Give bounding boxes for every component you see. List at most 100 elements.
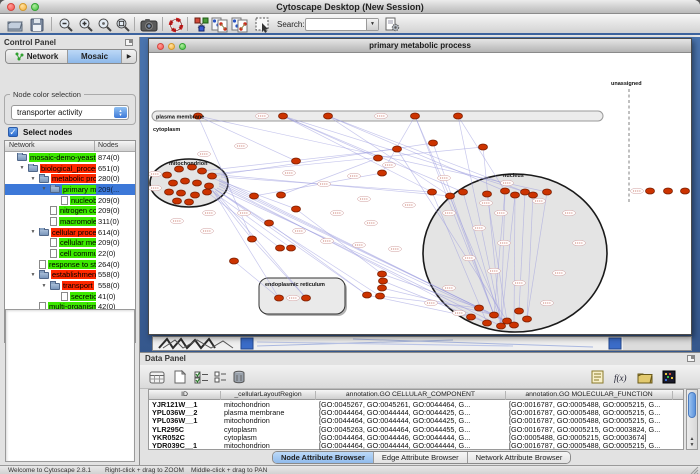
network-edge[interactable] <box>283 116 378 158</box>
network-node[interactable] <box>230 258 239 264</box>
network-node[interactable] <box>529 192 538 198</box>
network-node[interactable] <box>169 180 178 186</box>
table-scrollbar[interactable]: ▲▼ <box>686 389 698 450</box>
matrix-icon[interactable] <box>660 368 678 386</box>
snapshot-icon[interactable] <box>139 16 159 33</box>
tree-row[interactable]: secretion41(0) <box>5 291 135 302</box>
save-session-icon[interactable] <box>28 16 46 33</box>
select-mode-icon[interactable] <box>254 16 272 33</box>
network-node[interactable] <box>411 113 420 119</box>
column-header[interactable]: ID <box>149 391 221 400</box>
network-node[interactable] <box>324 113 333 119</box>
network-node[interactable] <box>467 314 476 320</box>
scrollbar-thumb[interactable] <box>688 392 696 418</box>
tree-row[interactable]: cell communicat22(0) <box>5 248 135 259</box>
network-node[interactable] <box>379 278 388 284</box>
network-node[interactable] <box>279 113 288 119</box>
network-graph[interactable]: plasma membranecytoplasmmitochondrionnuc… <box>149 53 691 334</box>
tab-network[interactable]: Network <box>6 50 68 63</box>
network-node[interactable] <box>510 322 519 328</box>
network-node[interactable] <box>265 220 274 226</box>
tab-edge-attribute-browser[interactable]: Edge Attribute Browser <box>374 452 468 463</box>
network-node[interactable] <box>497 323 506 329</box>
search-input[interactable] <box>308 19 364 30</box>
network-node[interactable] <box>193 180 202 186</box>
network-node[interactable] <box>376 293 385 299</box>
tab-overflow-arrow-icon[interactable]: ▶ <box>122 50 136 63</box>
network-node[interactable] <box>203 189 212 195</box>
network-node[interactable] <box>475 305 484 311</box>
tab-node-attribute-browser[interactable]: Node Attribute Browser <box>273 452 374 463</box>
network-node[interactable] <box>446 193 455 199</box>
import-settings-icon[interactable] <box>383 16 401 33</box>
table-row[interactable]: YLR295Ccytoplasm[GO:0045263, GO:0044464,… <box>149 425 683 433</box>
network-node[interactable] <box>501 188 510 194</box>
tree-row[interactable]: ▼biological_process651(0) <box>5 163 135 174</box>
network-canvas[interactable]: plasma membranecytoplasmmitochondrionnuc… <box>149 53 691 334</box>
table-row[interactable]: YDR039C__1mitochondrion[GO:0044464, GO:0… <box>149 441 683 449</box>
network-node[interactable] <box>428 189 437 195</box>
network-node[interactable] <box>490 312 499 318</box>
layout-b-icon[interactable] <box>230 16 248 33</box>
network-node[interactable] <box>250 193 259 199</box>
network-node[interactable] <box>205 183 214 189</box>
float-panel-icon[interactable] <box>125 39 133 46</box>
tree-column-nodes[interactable]: Nodes <box>98 142 118 149</box>
network-node[interactable] <box>681 188 690 194</box>
network-node[interactable] <box>173 198 182 204</box>
zoom-selected-icon[interactable] <box>96 16 114 33</box>
annotation-icon[interactable] <box>588 368 606 386</box>
network-node[interactable] <box>429 140 438 146</box>
network-window-titlebar[interactable]: primary metabolic process <box>149 39 691 53</box>
formula-icon[interactable]: f(x) <box>612 368 630 386</box>
background-window-sliver[interactable] <box>152 336 692 351</box>
import-attributes-icon[interactable] <box>636 368 654 386</box>
network-node[interactable] <box>277 192 286 198</box>
network-node[interactable] <box>483 320 492 326</box>
network-node[interactable] <box>521 189 530 195</box>
table-row[interactable]: YPL036W__2plasma membrane[GO:0044464, GO… <box>149 408 683 416</box>
network-node[interactable] <box>511 192 520 198</box>
expander-icon[interactable]: ▼ <box>40 186 48 192</box>
select-nodes-checkbox[interactable]: ✓ <box>8 127 18 137</box>
open-session-icon[interactable] <box>6 16 24 33</box>
network-node[interactable] <box>302 295 311 301</box>
attribute-grid-icon[interactable] <box>148 368 166 386</box>
resize-grip-icon[interactable] <box>690 466 699 474</box>
unselect-attributes-icon[interactable] <box>211 368 229 386</box>
network-edge[interactable] <box>296 209 382 274</box>
column-header[interactable]: annotation.GO MOLECULAR_FUNCTION <box>506 391 673 400</box>
tree-row[interactable]: nitrogen compo209(0) <box>5 205 135 216</box>
search-combobox[interactable]: ▼ <box>305 18 379 31</box>
network-node[interactable] <box>363 292 372 298</box>
expander-icon[interactable]: ▼ <box>29 229 37 235</box>
network-node[interactable] <box>198 168 207 174</box>
network-node[interactable] <box>292 158 301 164</box>
tree-column-network[interactable]: Network <box>9 142 35 149</box>
network-node[interactable] <box>523 316 532 322</box>
expander-icon[interactable]: ▼ <box>40 283 48 289</box>
network-node[interactable] <box>378 285 387 291</box>
zoom-fit-icon[interactable] <box>114 16 132 33</box>
tree-row[interactable]: ▼transport558(0) <box>5 280 135 291</box>
tree-row[interactable]: ▼metabolic process280(0) <box>5 173 135 184</box>
layout-a-icon[interactable] <box>210 16 228 33</box>
expander-icon[interactable]: ▼ <box>29 272 37 278</box>
network-node[interactable] <box>515 308 524 314</box>
birds-eye-view[interactable] <box>5 309 135 462</box>
network-node[interactable] <box>454 113 463 119</box>
zoom-in-icon[interactable] <box>77 16 95 33</box>
network-node[interactable] <box>276 245 285 251</box>
network-node[interactable] <box>646 188 655 194</box>
network-node[interactable] <box>393 146 402 152</box>
table-row[interactable]: YKR052Ccytoplasm[GO:0044464, GO:0044446,… <box>149 433 683 441</box>
tree-row[interactable]: ▼primary metabo209(... <box>5 184 135 195</box>
table-row[interactable]: YJR121W__1mitochondrion[GO:0045267, GO:0… <box>149 400 683 408</box>
network-node[interactable] <box>191 192 200 198</box>
network-node[interactable] <box>208 173 217 179</box>
network-edge[interactable] <box>198 116 296 161</box>
network-node[interactable] <box>165 189 174 195</box>
node-color-dropdown[interactable]: transporter activity ▲▼ <box>11 105 129 120</box>
select-attributes-icon[interactable] <box>192 368 210 386</box>
network-node[interactable] <box>378 271 387 277</box>
